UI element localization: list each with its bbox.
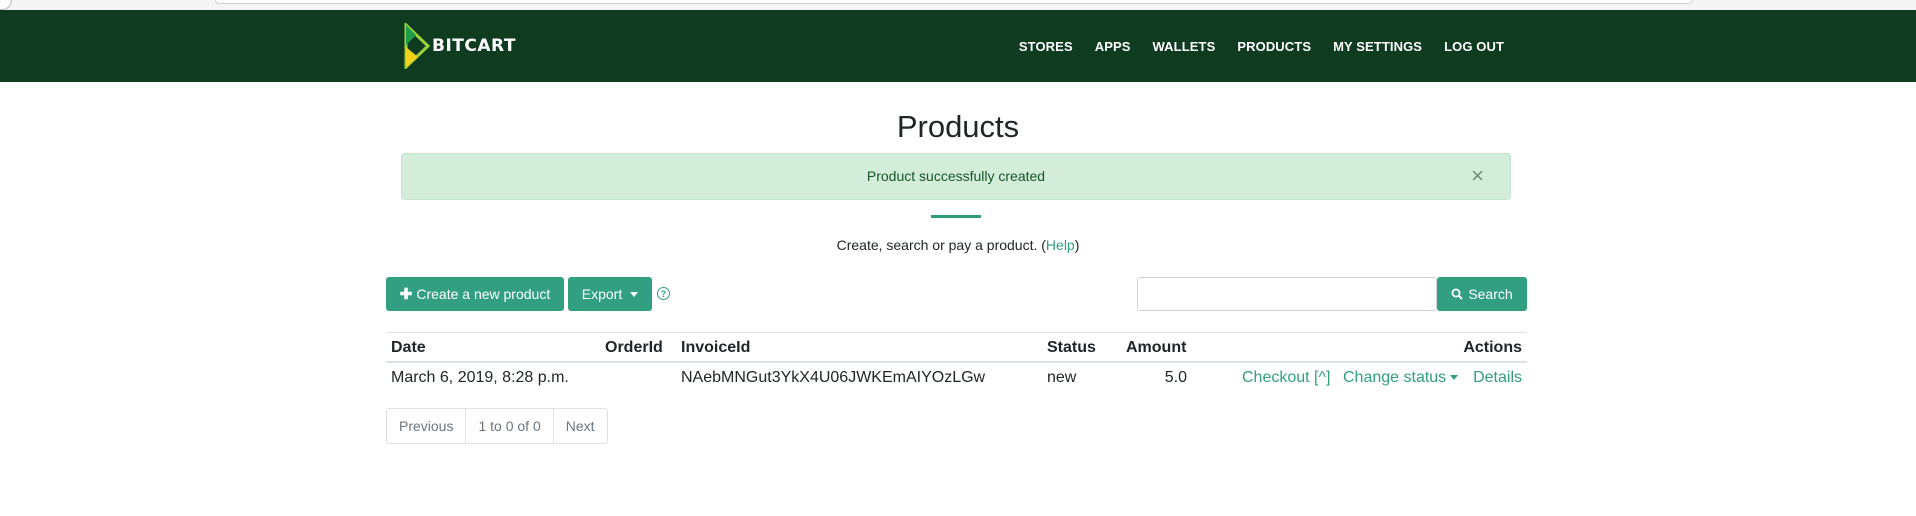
lead-text: Create, search or pay a product. ( [836, 237, 1046, 253]
change-status-label: Change status [1343, 369, 1447, 386]
nav-apps[interactable]: APPS [1095, 39, 1131, 54]
section-divider [931, 215, 981, 218]
nav-wallets[interactable]: WALLETS [1153, 39, 1216, 54]
header-actions: Actions [1463, 339, 1522, 356]
pagination-range: 1 to 0 of 0 [466, 409, 554, 443]
navbar: BITCART STORES APPS WALLETS PRODUCTS MY … [0, 10, 1916, 82]
page-description: Create, search or pay a product. (Help) [0, 237, 1916, 253]
search-input[interactable] [1137, 277, 1437, 311]
alert-close-icon[interactable]: × [1471, 164, 1484, 188]
brand-name: BITCART [432, 36, 516, 56]
main-nav: STORES APPS WALLETS PRODUCTS MY SETTINGS… [997, 10, 1504, 82]
browser-url-bar[interactable] [215, 0, 1693, 4]
row-date: March 6, 2019, 8:28 p.m. [391, 369, 569, 386]
pagination: Previous 1 to 0 of 0 Next [386, 408, 608, 444]
page-title: Products [896, 109, 1020, 144]
help-link[interactable]: Help [1046, 237, 1075, 253]
alert-message: Product successfully created [866, 168, 1046, 184]
header-amount[interactable]: Amount [1126, 339, 1186, 357]
checkout-link[interactable]: Checkout [^] [1242, 369, 1330, 387]
details-link[interactable]: Details [1473, 369, 1522, 387]
header-orderid[interactable]: OrderId [605, 339, 663, 357]
export-button[interactable]: Export [568, 277, 652, 311]
nav-log-out[interactable]: LOG OUT [1444, 39, 1504, 54]
bitcart-logo-icon [404, 23, 430, 69]
export-label: Export [581, 286, 623, 302]
row-status: new [1047, 369, 1077, 386]
pagination-previous[interactable]: Previous [387, 409, 467, 443]
nav-products[interactable]: PRODUCTS [1237, 39, 1311, 54]
nav-stores[interactable]: STORES [1019, 39, 1073, 54]
row-amount: 5.0 [1164, 369, 1187, 386]
lead-end: ) [1074, 237, 1080, 253]
brand-logo[interactable]: BITCART [404, 20, 516, 72]
nav-my-settings[interactable]: MY SETTINGS [1333, 39, 1422, 54]
table-header: Date OrderId InvoiceId Status Amount Act… [386, 332, 1527, 363]
header-invoiceid[interactable]: InvoiceId [681, 339, 750, 357]
search-button[interactable]: Search [1437, 277, 1527, 311]
browser-chrome [0, 0, 1916, 10]
search-label: Search [1468, 286, 1513, 302]
change-status-dropdown[interactable]: Change status [1343, 369, 1459, 387]
header-status[interactable]: Status [1047, 339, 1096, 357]
create-product-label: Create a new product [416, 286, 551, 302]
help-icon[interactable]: ? [657, 287, 670, 300]
chevron-down-icon [630, 291, 639, 297]
header-date[interactable]: Date [391, 339, 426, 357]
pagination-next[interactable]: Next [554, 409, 607, 443]
create-product-button[interactable]: ✚ Create a new product [386, 277, 564, 311]
plus-icon: ✚ [399, 286, 413, 303]
search-icon [1451, 288, 1464, 300]
chevron-down-icon [1450, 375, 1459, 381]
row-invoiceid: NAebMNGut3YkX4U06JWKEmAIYOzLGw [681, 369, 986, 386]
browser-back-button[interactable] [0, 0, 12, 10]
success-alert: Product successfully created × [401, 153, 1511, 200]
